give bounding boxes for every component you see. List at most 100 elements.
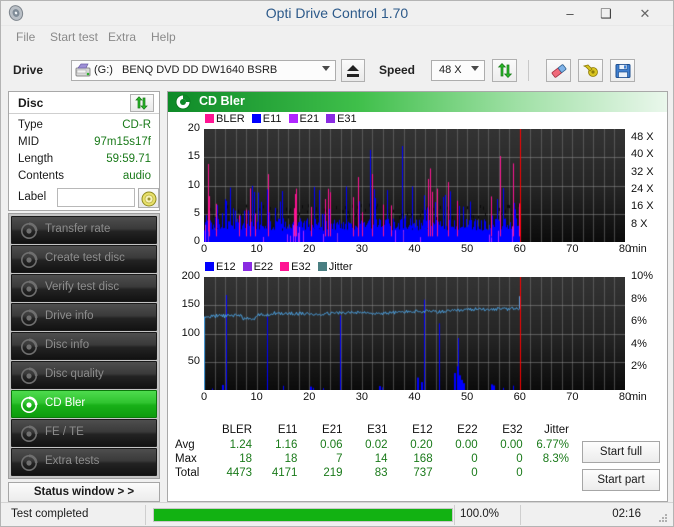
maximize-button[interactable]: ❑ bbox=[589, 1, 623, 26]
close-button[interactable]: ✕ bbox=[623, 1, 667, 26]
y2-tick: 6% bbox=[631, 315, 647, 328]
disc-field-mid-key: MID bbox=[18, 136, 40, 148]
disc-label-key: Label bbox=[18, 191, 47, 203]
sidebar-item-disc-quality[interactable]: Disc quality bbox=[11, 361, 157, 389]
disc-panel-title: Disc bbox=[18, 96, 44, 110]
disc-icon bbox=[20, 338, 38, 356]
sidebar-item-extra-tests[interactable]: Extra tests bbox=[11, 448, 157, 476]
legend-item-e21: E21 bbox=[288, 113, 319, 125]
legend-swatch-e31 bbox=[326, 114, 336, 123]
y2-tick: 4% bbox=[631, 337, 647, 350]
disc-refresh-button[interactable] bbox=[130, 94, 154, 112]
eject-button[interactable] bbox=[341, 59, 365, 82]
y-tick: 200 bbox=[181, 270, 200, 282]
stats-col-e32: E32 bbox=[502, 424, 523, 436]
speed-select[interactable]: 48 X bbox=[431, 60, 485, 81]
menu-start-test[interactable]: Start test bbox=[45, 26, 103, 48]
stats-cell: 1.16 bbox=[275, 439, 298, 451]
stats-col-e11: E11 bbox=[277, 424, 298, 436]
eject-icon-bar bbox=[347, 74, 359, 77]
x-tick: 60 bbox=[513, 243, 526, 255]
y-tick: 5 bbox=[193, 206, 200, 219]
stats-cell: 18 bbox=[284, 453, 298, 465]
sidebar-item-cd-bler[interactable]: CD Bler bbox=[11, 390, 157, 418]
status-window-button[interactable]: Status window > > bbox=[8, 482, 160, 502]
sidebar-item-disc-info[interactable]: Disc info bbox=[11, 332, 157, 360]
drive-name: BENQ DVD DD DW1640 BSRB bbox=[122, 64, 278, 76]
start-full-button[interactable]: Start full bbox=[582, 441, 660, 463]
disc-icon bbox=[20, 222, 38, 240]
stats-cell: 0 bbox=[471, 467, 478, 479]
progress-bar bbox=[153, 508, 453, 522]
jitter-chart-plot bbox=[204, 277, 625, 390]
sidebar-item-fe-te[interactable]: FE / TE bbox=[11, 419, 157, 447]
disc-label-input[interactable] bbox=[57, 188, 135, 207]
title-bar: Opti Drive Control 1.70 – ❑ ✕ bbox=[1, 1, 673, 26]
stats-cell: 4171 bbox=[271, 467, 298, 479]
stats-cell: 4473 bbox=[226, 467, 253, 479]
sidebar-item-create-test-disc[interactable]: Create test disc bbox=[11, 245, 157, 273]
erase-button[interactable] bbox=[546, 59, 571, 82]
sidebar-item-drive-info-label: Drive info bbox=[45, 310, 94, 322]
save-button[interactable] bbox=[610, 59, 635, 82]
sidebar-item-extra-tests-label: Extra tests bbox=[45, 455, 100, 467]
start-part-button[interactable]: Start part bbox=[582, 469, 660, 491]
y-tick: 10 bbox=[187, 178, 200, 191]
resize-grip[interactable] bbox=[657, 511, 669, 523]
stats-col-bler: BLER bbox=[221, 424, 253, 436]
chevron-down-icon bbox=[471, 66, 479, 71]
legend-swatch-e32 bbox=[280, 262, 290, 271]
menu-help[interactable]: Help bbox=[146, 26, 181, 48]
stats-row-label: Total bbox=[175, 467, 200, 479]
drive-select[interactable]: (G:) BENQ DVD DD DW1640 BSRB bbox=[71, 60, 336, 81]
disc-label-lookup-button[interactable] bbox=[138, 188, 159, 208]
stats-cell: 737 bbox=[413, 467, 433, 479]
disc-icon bbox=[20, 309, 38, 327]
stats-cell: 83 bbox=[374, 467, 388, 479]
sidebar-item-verify-test-disc[interactable]: Verify test disc bbox=[11, 274, 157, 302]
legend-item-e32: E32 bbox=[280, 261, 311, 273]
y2-tick: 40 X bbox=[631, 148, 654, 161]
status-text: Test completed bbox=[11, 508, 89, 520]
menu-bar: File Start test Extra Help bbox=[1, 26, 673, 48]
x-tick: 70 bbox=[566, 391, 579, 403]
y2-tick: 8 X bbox=[631, 217, 648, 230]
legend-item-e12: E12 bbox=[205, 261, 236, 273]
disc-icon bbox=[20, 280, 38, 298]
legend-swatch-e12 bbox=[205, 262, 214, 271]
minimize-button[interactable]: – bbox=[553, 1, 587, 26]
disc-icon bbox=[20, 454, 38, 472]
disc-icon bbox=[20, 251, 38, 269]
sidebar-nav: Transfer rate Create test disc Verify test… bbox=[8, 213, 160, 479]
jitter-chart: E12 E22 E32 Jitter 50 100 150 200 2% 4% 6% 8% 10% … bbox=[168, 260, 667, 415]
y-tick: 20 bbox=[187, 122, 200, 134]
legend-swatch-jitter bbox=[317, 262, 327, 271]
stats-row: Max 18 18 7 14 168 0 0 8.3% bbox=[173, 452, 573, 466]
settings-button[interactable] bbox=[578, 59, 603, 82]
progress-percent: 100.0% bbox=[460, 508, 500, 520]
refresh-button[interactable] bbox=[492, 59, 517, 82]
menu-file[interactable]: File bbox=[11, 26, 40, 48]
x-tick: 10 bbox=[250, 243, 263, 255]
stats-cell: 0 bbox=[516, 453, 523, 465]
menu-extra[interactable]: Extra bbox=[103, 26, 141, 48]
stats-cell: 0 bbox=[471, 453, 478, 465]
disc-field-contents-key: Contents bbox=[18, 170, 65, 182]
drive-label: Drive bbox=[13, 63, 44, 77]
sidebar-item-transfer-rate[interactable]: Transfer rate bbox=[11, 216, 157, 244]
disc-field-type: Type CD-R bbox=[9, 119, 159, 135]
y2-tick: 2% bbox=[631, 360, 647, 373]
disc-label-row: Label bbox=[9, 188, 159, 210]
stats-col-e12: E12 bbox=[412, 424, 433, 436]
disc-icon bbox=[20, 396, 38, 414]
status-separator-2 bbox=[454, 505, 455, 525]
stats-cell: 219 bbox=[323, 467, 343, 479]
legend-label-e12: E12 bbox=[216, 261, 236, 273]
y2-tick: 16 X bbox=[631, 200, 654, 213]
sidebar-item-drive-info[interactable]: Drive info bbox=[11, 303, 157, 331]
stats-row: Avg 1.24 1.16 0.06 0.02 0.20 0.00 0.00 6.77% bbox=[173, 438, 573, 452]
legend-label-e22: E22 bbox=[253, 261, 274, 273]
legend-item-jitter: Jitter bbox=[317, 261, 353, 273]
disc-field-length-value: 59:59.71 bbox=[106, 153, 151, 165]
cd-bler-chart-plot bbox=[204, 129, 625, 242]
